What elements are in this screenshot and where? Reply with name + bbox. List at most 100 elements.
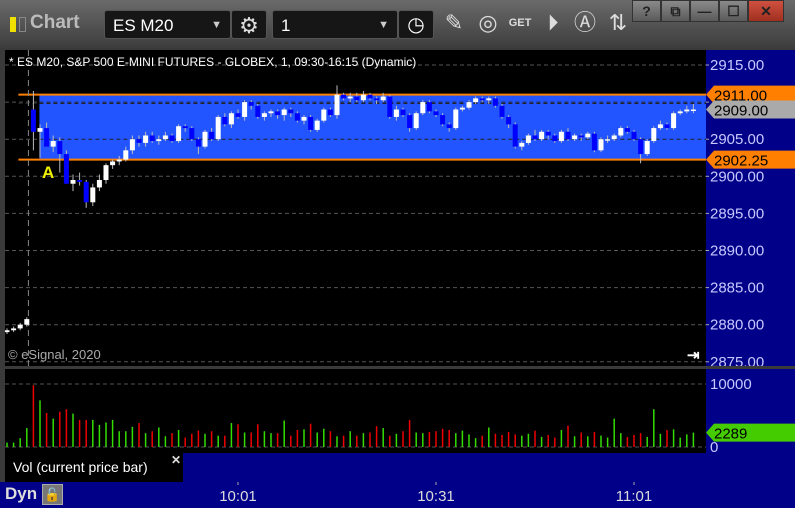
link-slot-icon [19, 17, 26, 32]
candle-body [17, 324, 23, 329]
candle-body [393, 109, 399, 117]
price-chart-svg [4, 50, 706, 366]
candle-body [321, 109, 327, 121]
candle-body [519, 142, 525, 147]
candle-body [176, 126, 182, 142]
alert-icon[interactable]: Ⓐ [571, 9, 599, 37]
price-axis[interactable]: 2915.002910.002905.002900.002895.002890.… [706, 50, 795, 371]
candle-body [334, 94, 340, 116]
candle-body [479, 98, 485, 101]
candle-body [578, 135, 584, 138]
study-icon[interactable]: ◎ [474, 9, 502, 37]
candle-body [11, 328, 17, 331]
candle-body [446, 124, 452, 129]
candle-body [532, 135, 538, 140]
price-chart[interactable]: * ES M20, S&P 500 E-MINI FUTURES - GLOBE… [4, 50, 706, 366]
candle-body [684, 109, 690, 112]
get-icon[interactable]: GET [506, 9, 534, 37]
price-axis-svg: 2915.002910.002905.002900.002895.002890.… [706, 57, 795, 371]
maximize-button[interactable]: ☐ [719, 0, 748, 22]
volume-legend[interactable]: Vol (current price bar) ✕ [5, 453, 183, 482]
play-icon[interactable]: ⏵ [539, 9, 567, 37]
close-study-icon[interactable]: ✕ [171, 453, 181, 467]
candle-body [143, 135, 149, 143]
study-legend-row: Vol (current price bar) ✕ [5, 453, 706, 482]
last-price-label: 2909.00 [714, 103, 768, 120]
candle-body [506, 116, 512, 125]
candle-body [605, 139, 611, 141]
candle-body [235, 113, 241, 117]
settings-icon[interactable]: ⚙ [231, 10, 267, 39]
candle-body [440, 115, 446, 125]
candle-body [638, 139, 644, 155]
candle-body [407, 115, 413, 129]
candle-body [387, 96, 393, 117]
candle-body [77, 180, 83, 182]
candle-body [459, 107, 465, 110]
candle-body [492, 98, 498, 106]
candle-body [473, 98, 479, 103]
candle-body [248, 102, 254, 106]
price-tick-label: 2905.00 [710, 131, 764, 148]
candle-body [598, 139, 604, 151]
candle-body [63, 154, 69, 184]
candle-body [189, 128, 195, 140]
candle-body [129, 139, 135, 151]
volume-legend-label: Vol (current price bar) [13, 459, 148, 475]
candle-body [24, 319, 30, 325]
time-tick-label: 10:31 [417, 488, 455, 505]
volume-last-label: 2289 [714, 426, 747, 443]
candle-body [539, 131, 545, 140]
candle-body [677, 111, 683, 114]
candle-body [466, 102, 472, 108]
candle-body [57, 141, 63, 155]
candle-body [354, 96, 360, 101]
candle-body [651, 128, 657, 142]
time-axis[interactable]: Dyn 🔓 10:01 10:31 11:01 [0, 482, 795, 508]
candle-body [433, 111, 439, 116]
candle-body [314, 120, 320, 130]
candle-body [96, 180, 102, 188]
volume-pane[interactable] [5, 369, 706, 453]
symbol-select[interactable]: ES M20 ▼ [104, 10, 231, 39]
candle-body [558, 131, 564, 142]
window-menu-button[interactable]: ⧉ [661, 0, 690, 22]
price-tick-label: 2885.00 [710, 280, 764, 297]
candle-body [552, 135, 558, 142]
candle-body [624, 128, 630, 132]
candle-body [70, 180, 76, 184]
interval-value: 1 [281, 16, 291, 35]
candle-body [136, 139, 142, 143]
link-icon[interactable]: ⇅ [604, 9, 632, 37]
marker-label: A [42, 163, 55, 182]
level-label: 2902.25 [714, 153, 768, 170]
candle-body [374, 98, 380, 101]
candle-body [294, 113, 300, 121]
candle-body [657, 124, 663, 129]
interval-select[interactable]: 1 ▼ [272, 10, 398, 39]
candle-body [690, 109, 696, 112]
help-button[interactable]: ? [632, 0, 661, 22]
clock-icon[interactable]: ◷ [398, 10, 434, 39]
symbol-value: ES M20 [113, 16, 174, 35]
candle-body [585, 133, 591, 138]
candle-body [400, 109, 406, 116]
minimize-button[interactable]: — [690, 0, 719, 22]
chart-header: * ES M20, S&P 500 E-MINI FUTURES - GLOBE… [9, 55, 417, 69]
candle-body [565, 131, 571, 140]
candle-body [545, 131, 551, 136]
price-tick-label: 2875.00 [710, 354, 764, 366]
volume-axis-svg: 1000002289 [706, 376, 795, 456]
candle-body [116, 159, 122, 162]
candle-body [110, 161, 116, 166]
scroll-to-end-icon[interactable]: ⇥ [687, 346, 700, 364]
candle-body [215, 116, 221, 140]
pencil-icon[interactable]: ✎ [440, 9, 468, 37]
candle-body [525, 135, 531, 143]
copyright: © eSignal, 2020 [8, 347, 101, 362]
candle-body [499, 105, 505, 117]
candle-body [341, 94, 347, 99]
close-button[interactable]: ✕ [748, 0, 784, 22]
candle-body [209, 131, 215, 140]
link-color-icon[interactable] [10, 17, 16, 32]
